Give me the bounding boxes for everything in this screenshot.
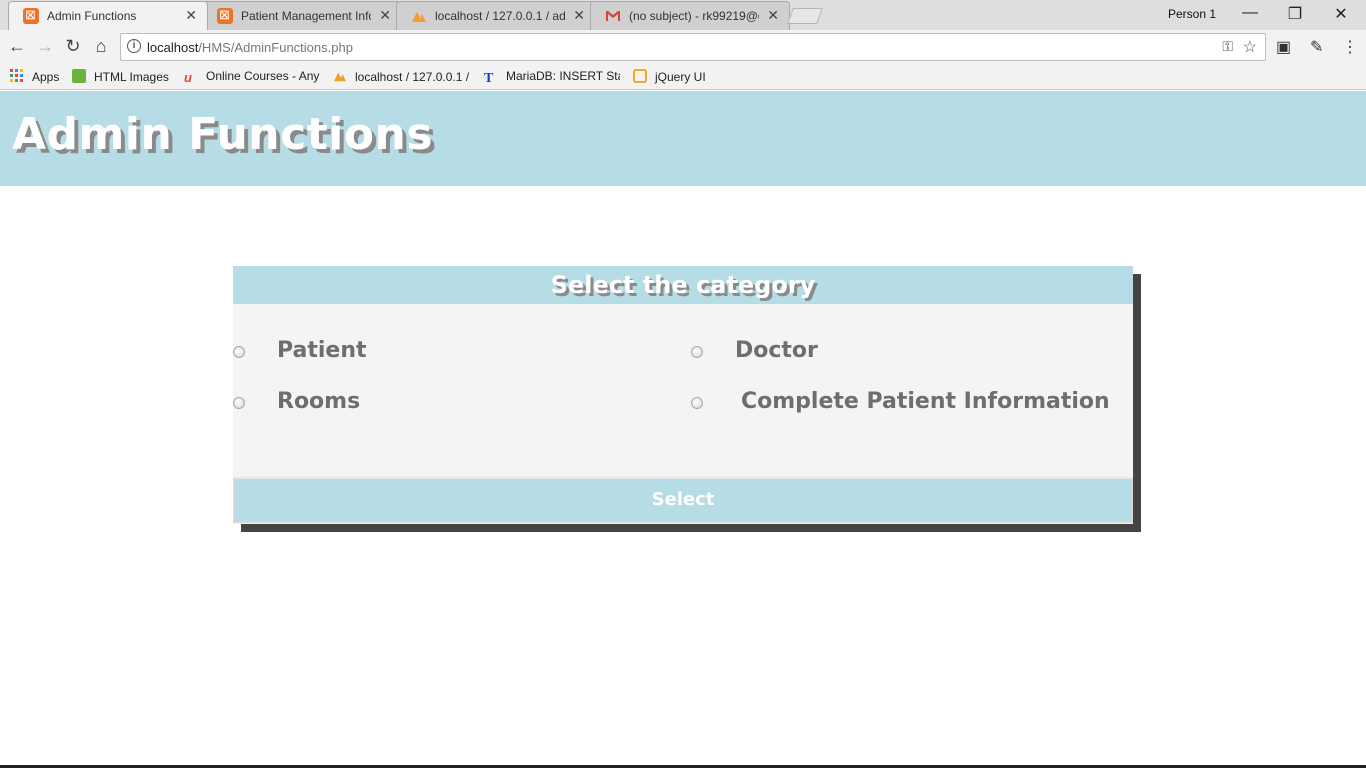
xampp-icon bbox=[23, 7, 39, 24]
home-icon[interactable]: ⌂ bbox=[90, 36, 112, 57]
site-info-icon[interactable]: i bbox=[127, 39, 141, 53]
radio-rooms[interactable] bbox=[233, 397, 245, 409]
bookmark-phpmyadmin[interactable]: localhost / 127.0.0.1 / bbox=[333, 69, 469, 84]
option-rooms[interactable]: Rooms bbox=[233, 389, 633, 419]
option-doctor[interactable]: Doctor bbox=[691, 338, 1111, 368]
close-tab-icon[interactable]: ✕ bbox=[573, 7, 585, 24]
xampp-icon bbox=[217, 7, 233, 24]
browser-tabstrip: Admin Functions ✕ Patient Management Inf… bbox=[0, 0, 1366, 30]
browser-toolbar: ← → ↻ ⌂ i localhost/HMS/AdminFunctions.p… bbox=[0, 30, 1366, 63]
url-text[interactable]: localhost/HMS/AdminFunctions.php bbox=[147, 40, 353, 55]
profile-name[interactable]: Person 1 bbox=[1168, 7, 1216, 21]
reload-icon[interactable]: ↻ bbox=[62, 36, 84, 57]
jquery-ui-icon bbox=[633, 69, 647, 83]
tab-title: Admin Functions bbox=[47, 9, 137, 23]
option-patient[interactable]: Patient bbox=[233, 338, 633, 368]
minimize-icon[interactable]: — bbox=[1235, 4, 1265, 22]
bookmark-online-courses[interactable]: u Online Courses - Any bbox=[184, 69, 320, 84]
restore-icon[interactable]: ❐ bbox=[1280, 4, 1310, 24]
category-form: Select the category Patient Doctor Rooms… bbox=[233, 266, 1133, 524]
close-tab-icon[interactable]: ✕ bbox=[379, 7, 391, 24]
close-tab-icon[interactable]: ✕ bbox=[767, 7, 779, 24]
bookmark-mariadb[interactable]: TMariaDB: INSERT State bbox=[484, 69, 620, 85]
option-label: Patient bbox=[277, 338, 367, 363]
phpmyadmin-icon bbox=[333, 72, 347, 82]
tab-title: (no subject) - rk99219@gmail bbox=[629, 9, 759, 23]
page-title: Admin Functions bbox=[12, 109, 434, 160]
apps-grid-icon bbox=[10, 69, 23, 82]
browser-tab-gmail[interactable]: (no subject) - rk99219@gmail ✕ bbox=[590, 1, 790, 30]
close-tab-icon[interactable]: ✕ bbox=[185, 7, 197, 24]
option-label: Complete Patient Information bbox=[741, 389, 1110, 414]
tab-title: localhost / 127.0.0.1 / admin bbox=[435, 9, 565, 23]
option-label: Rooms bbox=[277, 389, 361, 414]
w3schools-icon bbox=[72, 69, 86, 83]
extension-icon[interactable]: ▣ bbox=[1276, 37, 1291, 57]
radio-doctor[interactable] bbox=[691, 346, 703, 358]
bookmark-apps[interactable]: Apps bbox=[10, 69, 59, 84]
back-icon[interactable]: ← bbox=[6, 36, 28, 57]
mariadb-icon: T bbox=[484, 71, 494, 85]
card-title: Select the category bbox=[550, 271, 816, 299]
radio-patient[interactable] bbox=[233, 346, 245, 358]
browser-tab-patient-management[interactable]: Patient Management Info ✕ bbox=[202, 1, 402, 30]
bookmarks-bar: Apps HTML Images u Online Courses - Any l… bbox=[0, 63, 1366, 90]
card-header: Select the category bbox=[233, 266, 1133, 304]
bookmark-jquery-ui[interactable]: jQuery UI bbox=[633, 69, 706, 84]
select-button-label: Select bbox=[651, 489, 715, 510]
browser-tab-admin-functions[interactable]: Admin Functions ✕ bbox=[8, 1, 208, 30]
close-window-icon[interactable]: ✕ bbox=[1326, 4, 1356, 24]
browser-tab-phpmyadmin[interactable]: localhost / 127.0.0.1 / admin ✕ bbox=[396, 1, 596, 30]
phpmyadmin-icon bbox=[411, 8, 427, 24]
option-complete-patient-information[interactable]: Complete Patient Information bbox=[691, 389, 1121, 419]
new-tab-button[interactable] bbox=[787, 8, 823, 24]
eyedropper-extension-icon[interactable]: ✎ bbox=[1310, 37, 1323, 57]
gmail-icon bbox=[605, 8, 621, 24]
tab-title: Patient Management Info bbox=[241, 9, 371, 23]
select-button[interactable]: Select bbox=[233, 477, 1133, 523]
address-bar[interactable]: i localhost/HMS/AdminFunctions.php ⚿ ☆ bbox=[120, 33, 1266, 61]
radio-complete-patient-information[interactable] bbox=[691, 397, 703, 409]
menu-icon[interactable]: ⋮ bbox=[1342, 37, 1358, 57]
bookmark-html-images[interactable]: HTML Images bbox=[72, 69, 169, 84]
option-label: Doctor bbox=[735, 338, 818, 363]
udemy-icon: u bbox=[184, 70, 192, 84]
key-icon[interactable]: ⚿ bbox=[1222, 38, 1233, 55]
page-header: Admin Functions bbox=[0, 91, 1366, 186]
bookmark-star-icon[interactable]: ☆ bbox=[1243, 37, 1257, 57]
forward-icon[interactable]: → bbox=[34, 36, 56, 57]
